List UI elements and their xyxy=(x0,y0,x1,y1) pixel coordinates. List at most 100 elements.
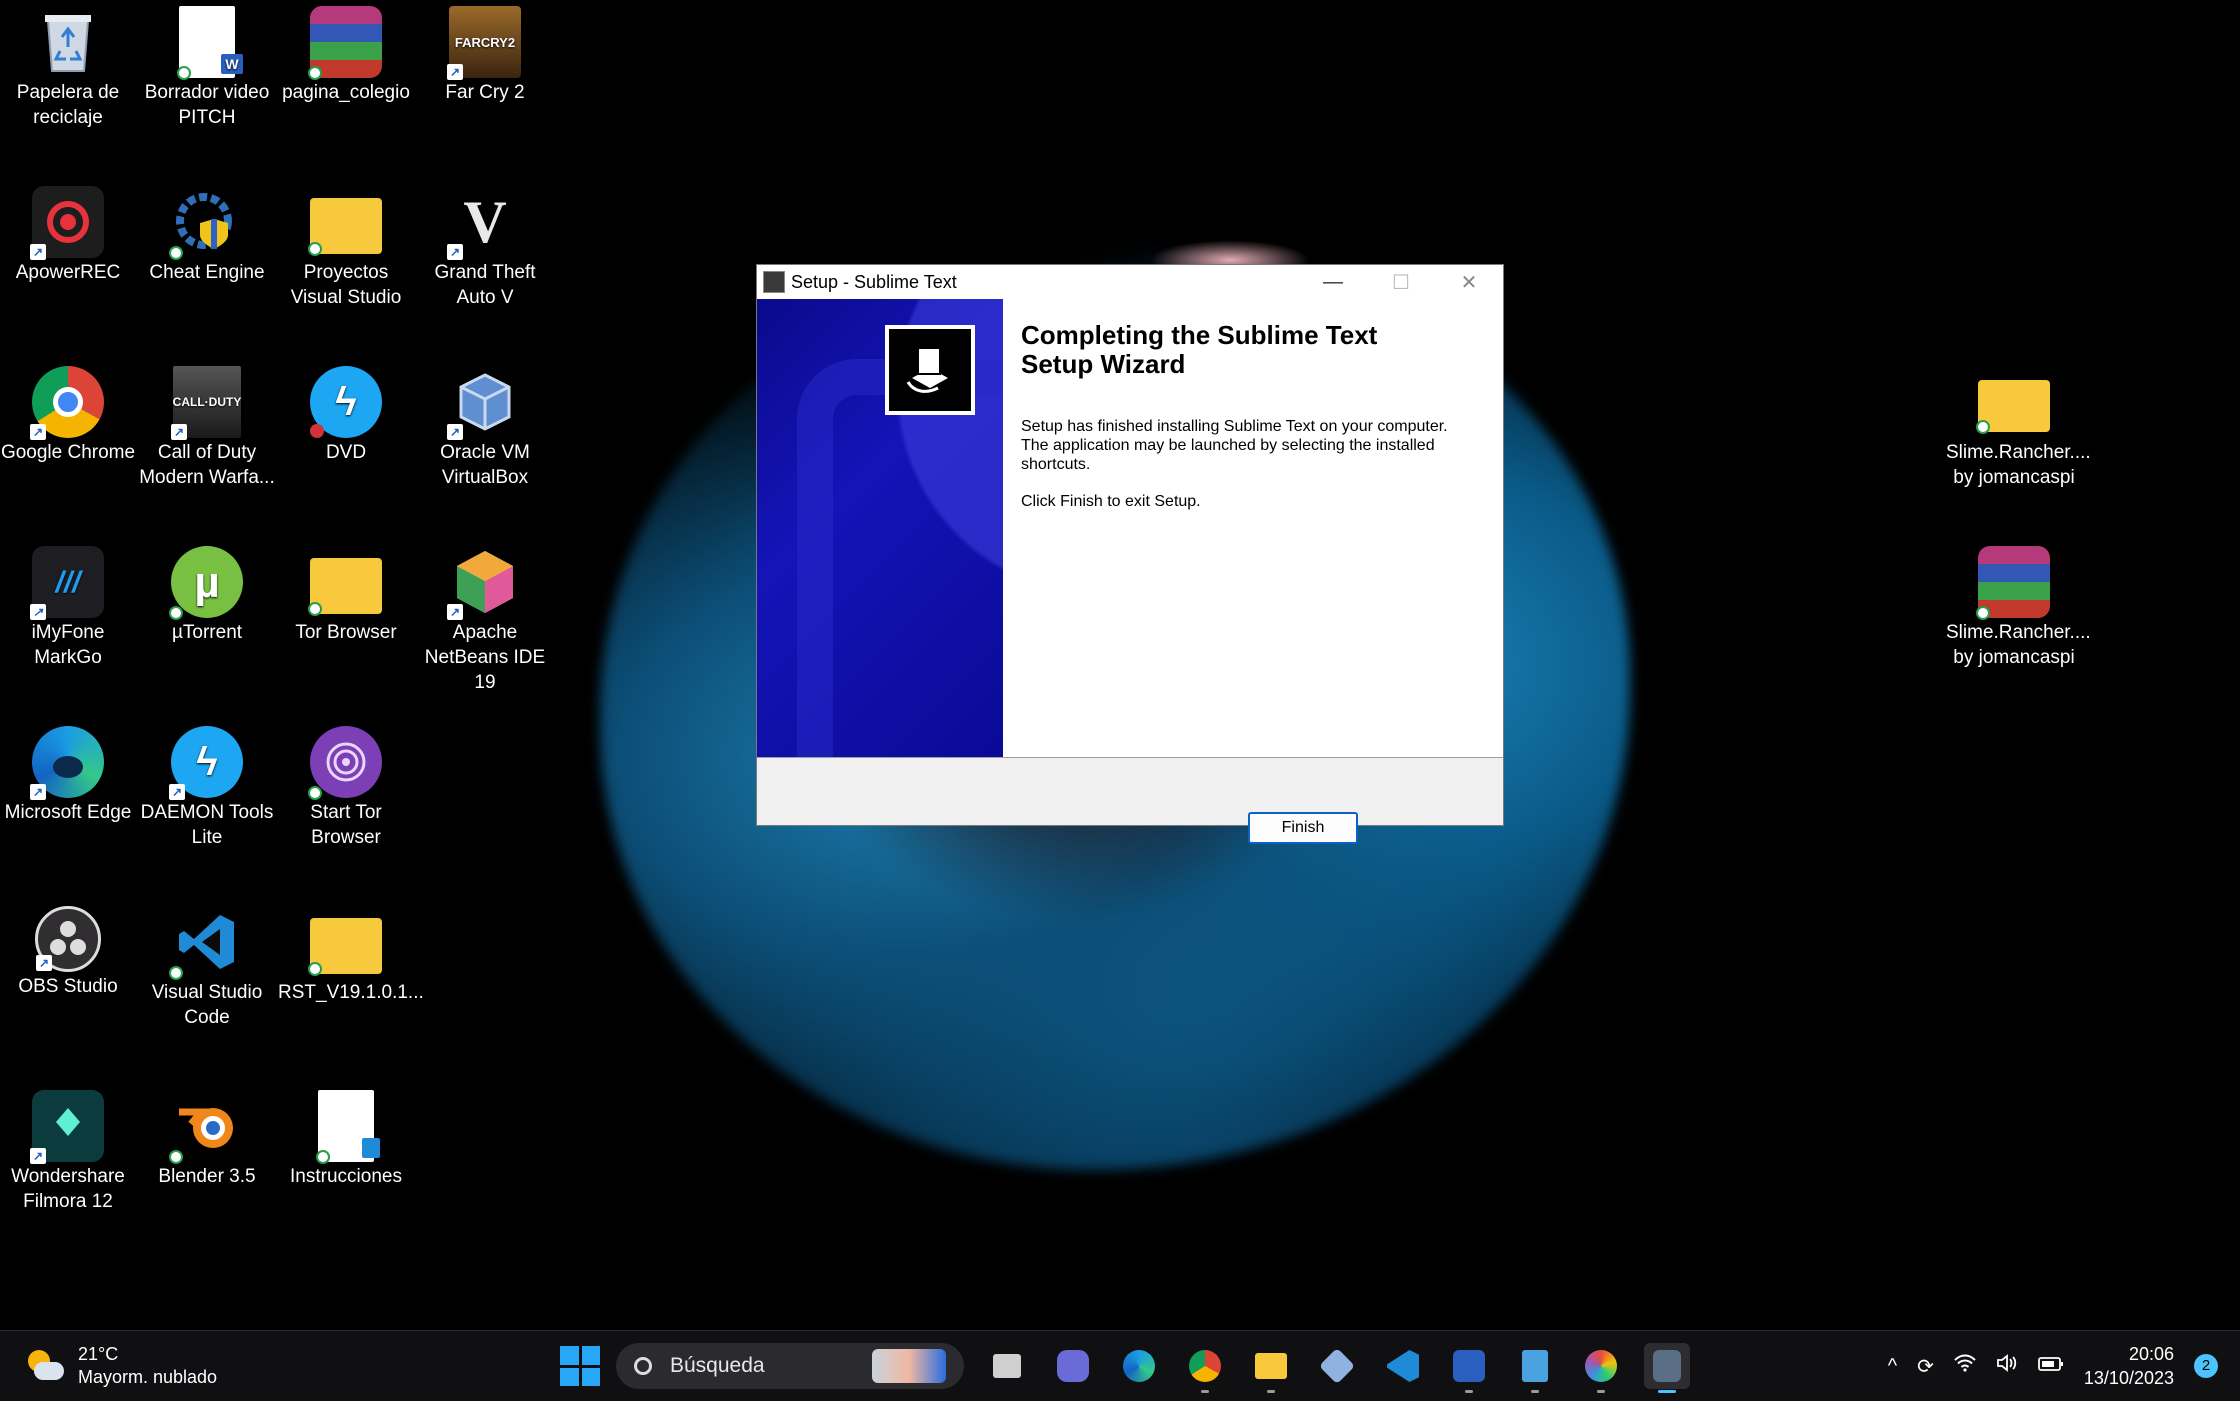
desktop-icon-call-of-duty[interactable]: CALL·DUTY ↗ Call of Duty Modern Warfa... xyxy=(139,366,275,490)
markgo-icon: ///↗ xyxy=(30,546,104,620)
notepad-document-icon xyxy=(316,1090,380,1164)
volume-icon[interactable] xyxy=(1996,1354,2018,1378)
icon-label: Proyectos Visual Studio xyxy=(290,262,402,308)
desktop-icon-virtualbox[interactable]: ↗ Oracle VM VirtualBox xyxy=(417,366,553,490)
notification-badge[interactable]: 2 xyxy=(2194,1354,2218,1378)
file-explorer-icon[interactable] xyxy=(1248,1343,1294,1393)
desktop-icon-markgo[interactable]: ///↗ iMyFone MarkGo xyxy=(0,546,136,670)
clock[interactable]: 20:06 13/10/2023 xyxy=(2084,1342,2174,1390)
filmora-icon: ↗ xyxy=(30,1090,104,1164)
desktop-icon-proyectos-vs[interactable]: Proyectos Visual Studio xyxy=(278,186,414,310)
desktop-icon-start-tor[interactable]: Start Tor Browser xyxy=(278,726,414,850)
setup-app-icon xyxy=(763,271,785,293)
desktop-icon-instrucciones[interactable]: Instrucciones xyxy=(278,1090,414,1189)
word-icon[interactable] xyxy=(1446,1343,1492,1393)
chevron-up-icon[interactable]: ^ xyxy=(1888,1355,1897,1378)
minimize-button[interactable]: — xyxy=(1299,265,1367,299)
partly-cloudy-icon xyxy=(26,1348,64,1384)
taskbar-apps: Búsqueda xyxy=(560,1341,1690,1393)
vscode-icon[interactable] xyxy=(1380,1343,1426,1389)
search-icon xyxy=(634,1357,652,1375)
clock-time: 20:06 xyxy=(2128,1344,2174,1364)
gta-v-icon: V ↗ xyxy=(447,186,521,260)
window-titlebar[interactable]: Setup - Sublime Text — ☐ ✕ xyxy=(757,265,1503,299)
wizard-message: Setup has finished installing Sublime Te… xyxy=(1021,418,1448,473)
desktop-icon-chrome[interactable]: ↗ Google Chrome xyxy=(0,366,136,465)
desktop-icon-word-doc[interactable]: W Borrador video PITCH xyxy=(139,6,275,130)
icon-label: Borrador video PITCH xyxy=(144,82,270,128)
setup-icon[interactable] xyxy=(1644,1343,1690,1393)
close-button[interactable]: ✕ xyxy=(1435,265,1503,299)
folder-icon xyxy=(308,918,382,976)
winrar-archive-icon xyxy=(1976,546,2050,620)
clock-date: 13/10/2023 xyxy=(2083,1368,2174,1388)
desktop-icon-daemon-tools[interactable]: ϟ ↗ DAEMON Tools Lite xyxy=(139,726,275,850)
desktop-icon-slime-folder[interactable]: Slime.Rancher.... by jomancaspi xyxy=(1946,366,2091,490)
desktop-icon-utorrent[interactable]: µ µTorrent xyxy=(139,546,275,645)
desktop-icon-netbeans[interactable]: ↗ Apache NetBeans IDE 19 xyxy=(417,546,553,695)
shortcut-arrow-icon: ↗ xyxy=(30,604,46,620)
icon-label: Microsoft Edge xyxy=(4,802,132,823)
desktop-icon-pagina-colegio[interactable]: pagina_colegio xyxy=(278,6,414,105)
virtualbox-icon[interactable] xyxy=(1314,1343,1360,1389)
sync-icon[interactable]: ⟳ xyxy=(1917,1354,1934,1379)
desktop-icon-blender[interactable]: Blender 3.5 xyxy=(139,1090,275,1189)
teams-chat-icon[interactable] xyxy=(1050,1343,1096,1389)
desktop-icon-edge[interactable]: ↗ Microsoft Edge xyxy=(0,726,136,825)
icon-label: iMyFone MarkGo xyxy=(31,622,105,668)
desktop-icon-rst-folder[interactable]: RST_V19.1.0.1... xyxy=(278,906,424,1005)
folder-icon xyxy=(308,558,382,616)
maximize-button[interactable]: ☐ xyxy=(1367,265,1435,299)
sync-status-icon xyxy=(169,606,183,620)
weather-widget[interactable]: 21°C Mayorm. nublado xyxy=(26,1343,217,1389)
desktop-icon-cheat-engine[interactable]: Cheat Engine xyxy=(139,186,275,285)
start-button[interactable] xyxy=(560,1346,600,1386)
weather-description: Mayorm. nublado xyxy=(78,1367,218,1387)
wifi-icon[interactable] xyxy=(1954,1354,1976,1378)
notepad-icon[interactable] xyxy=(1512,1343,1558,1393)
far-cry-2-icon: FARCRY2 ↗ xyxy=(447,6,521,80)
setup-wizard-window: Setup - Sublime Text — ☐ ✕ Completing th… xyxy=(756,264,1504,844)
sync-status-icon xyxy=(308,242,322,256)
finish-button[interactable]: Finish xyxy=(1248,812,1358,844)
edge-icon[interactable] xyxy=(1116,1343,1162,1389)
sync-status-icon xyxy=(1976,420,1990,434)
desktop-icon-vscode[interactable]: Visual Studio Code xyxy=(139,906,275,1030)
desktop-icon-tor-folder[interactable]: Tor Browser xyxy=(278,546,414,645)
icon-label: Oracle VM VirtualBox xyxy=(440,442,530,488)
desktop-icon-apowerrec[interactable]: ↗ ApowerREC xyxy=(0,186,136,285)
icon-label: Visual Studio Code xyxy=(151,982,263,1028)
chrome-icon[interactable] xyxy=(1182,1343,1228,1393)
desktop-icon-obs[interactable]: ↗ OBS Studio xyxy=(0,906,136,999)
search-highlight-image xyxy=(872,1349,946,1383)
icon-label: Slime.Rancher.... by jomancaspi xyxy=(1946,622,2091,668)
desktop-icon-filmora[interactable]: ↗ Wondershare Filmora 12 xyxy=(0,1090,136,1214)
wizard-instruction: Click Finish to exit Setup. xyxy=(1021,493,1201,510)
icon-label: Far Cry 2 xyxy=(445,82,525,103)
desktop-icon-dvd[interactable]: ϟ DVD xyxy=(278,366,414,465)
sync-status-icon xyxy=(169,246,183,260)
installer-logo-icon xyxy=(885,325,975,415)
icon-label: Blender 3.5 xyxy=(158,1166,256,1187)
desktop-icon-recycle-bin[interactable]: Papelera de reciclaje xyxy=(0,6,136,130)
shortcut-arrow-icon: ↗ xyxy=(30,244,46,260)
icon-label: Call of Duty Modern Warfa... xyxy=(139,442,275,488)
battery-icon[interactable] xyxy=(2038,1355,2064,1378)
folder-icon xyxy=(1976,380,2050,434)
sync-status-icon xyxy=(177,66,191,80)
desktop-icon-far-cry-2[interactable]: FARCRY2 ↗ Far Cry 2 xyxy=(417,6,553,105)
sync-status-icon xyxy=(169,966,183,980)
paint-icon[interactable] xyxy=(1578,1343,1624,1393)
recycle-bin-icon xyxy=(32,6,104,78)
taskbar-search[interactable]: Búsqueda xyxy=(616,1343,964,1389)
icon-label: pagina_colegio xyxy=(282,82,410,103)
desktop-icon-slime-archive[interactable]: Slime.Rancher.... by jomancaspi xyxy=(1946,546,2091,670)
shortcut-arrow-icon: ↗ xyxy=(447,424,463,440)
shortcut-arrow-icon: ↗ xyxy=(447,604,463,620)
task-view-icon[interactable] xyxy=(984,1343,1030,1389)
icon-label: Start Tor Browser xyxy=(310,802,382,848)
desktop-icon-gta-v[interactable]: V ↗ Grand Theft Auto V xyxy=(417,186,553,310)
shortcut-arrow-icon: ↗ xyxy=(36,955,52,971)
daemon-tools-icon: ϟ ↗ xyxy=(169,726,243,800)
icon-label: ApowerREC xyxy=(15,262,121,283)
